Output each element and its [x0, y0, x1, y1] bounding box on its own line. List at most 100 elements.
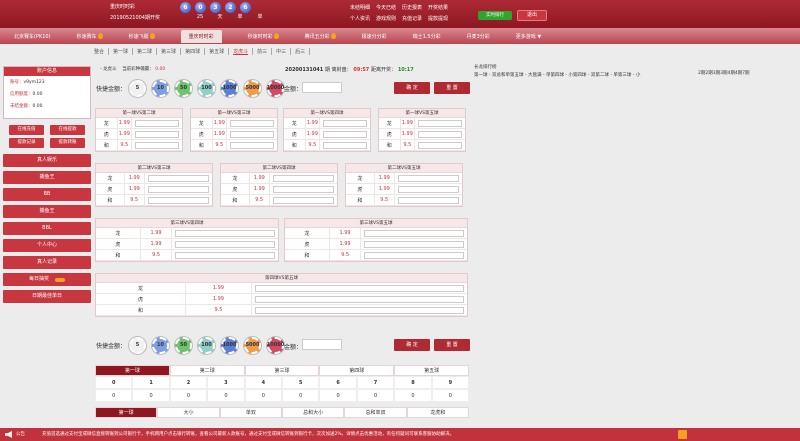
- link-results[interactable]: 开奖结果: [428, 4, 448, 11]
- notice-badge-icon[interactable]: [678, 430, 687, 439]
- link-history[interactable]: 历史报表: [402, 4, 422, 11]
- bet-amount-input[interactable]: [135, 119, 179, 127]
- bet-amount-input[interactable]: [175, 251, 275, 259]
- bet-amount-input[interactable]: [272, 196, 334, 204]
- tab-ball-1[interactable]: 第一球: [95, 365, 170, 376]
- odds-value[interactable]: 9.5: [304, 140, 321, 150]
- odds-value[interactable]: 9.5: [399, 140, 416, 150]
- game-tab[interactable]: 丹麦3分彩: [467, 33, 490, 40]
- amount-input[interactable]: [302, 339, 342, 350]
- odds-value[interactable]: 9.5: [248, 195, 270, 205]
- chip-10000[interactable]: 10000: [267, 79, 284, 97]
- odds-value[interactable]: 1.99: [211, 118, 228, 128]
- sidebar-item-fishing-2[interactable]: 捕鱼王: [3, 205, 91, 218]
- reset-button[interactable]: 重 置: [434, 339, 470, 351]
- play-tab[interactable]: 整合: [90, 48, 110, 55]
- play-tab[interactable]: 第三球: [157, 48, 182, 55]
- stat-tab[interactable]: 第一球: [95, 407, 158, 418]
- rank-button[interactable]: 实时排行: [478, 11, 512, 20]
- bet-amount-input[interactable]: [254, 306, 464, 314]
- odds-value[interactable]: 9.5: [211, 140, 228, 150]
- link-withdraw[interactable]: 提款提现: [428, 15, 448, 22]
- exit-button[interactable]: 退出: [517, 10, 547, 21]
- play-tab[interactable]: 第一球: [109, 48, 134, 55]
- game-tab[interactable]: 北京赛车(PK10): [14, 33, 51, 40]
- odds-value[interactable]: 1.99: [248, 184, 270, 194]
- sidebar-item-user-center[interactable]: 个人中心: [3, 239, 91, 252]
- link-profile[interactable]: 个人资讯: [350, 15, 370, 22]
- odds-value[interactable]: 1.99: [304, 129, 321, 139]
- odds-value[interactable]: 1.99: [185, 283, 252, 293]
- odds-value[interactable]: 1.99: [139, 228, 173, 238]
- bet-amount-input[interactable]: [254, 284, 464, 292]
- play-tab[interactable]: 后三: [291, 48, 311, 55]
- odds-value[interactable]: 9.5: [373, 195, 395, 205]
- chip-10[interactable]: 10: [152, 336, 170, 354]
- link-deposit-records[interactable]: 充值记录: [402, 15, 422, 22]
- chip-100[interactable]: 100: [198, 336, 216, 354]
- game-tab[interactable]: 重庆时时彩: [180, 29, 222, 43]
- odds-value[interactable]: 1.99: [304, 118, 321, 128]
- bet-amount-input[interactable]: [135, 130, 179, 138]
- bet-amount-input[interactable]: [147, 174, 209, 182]
- bet-amount-input[interactable]: [323, 119, 367, 127]
- stat-tab[interactable]: 大小: [157, 407, 220, 418]
- odds-value[interactable]: 9.5: [328, 250, 362, 260]
- chip-5[interactable]: 5: [129, 336, 147, 354]
- amount-input[interactable]: [302, 82, 342, 93]
- bet-amount-input[interactable]: [175, 240, 275, 248]
- bet-amount-input[interactable]: [364, 240, 464, 248]
- game-tab[interactable]: 更多游戏 ▼: [516, 33, 541, 40]
- bet-amount-input[interactable]: [254, 295, 464, 303]
- odds-value[interactable]: 1.99: [399, 118, 416, 128]
- bet-amount-input[interactable]: [230, 119, 274, 127]
- bet-amount-input[interactable]: [272, 185, 334, 193]
- bet-amount-input[interactable]: [272, 174, 334, 182]
- confirm-button[interactable]: 确 定: [394, 339, 430, 351]
- bet-amount-input[interactable]: [323, 141, 367, 149]
- odds-value[interactable]: 1.99: [373, 184, 395, 194]
- odds-value[interactable]: 9.5: [139, 250, 173, 260]
- bet-amount-input[interactable]: [397, 174, 459, 182]
- chip-50[interactable]: 50: [175, 336, 193, 354]
- play-tab[interactable]: 第二球: [133, 48, 158, 55]
- odds-value[interactable]: 1.99: [123, 173, 145, 183]
- sidebar-item-bet-review[interactable]: 日期最佳单日: [3, 290, 91, 303]
- bet-amount-input[interactable]: [230, 130, 274, 138]
- odds-value[interactable]: 1.99: [373, 173, 395, 183]
- chip-5[interactable]: 5: [129, 79, 147, 97]
- odds-value[interactable]: 1.99: [328, 239, 362, 249]
- bet-amount-input[interactable]: [175, 229, 275, 237]
- deposit-button[interactable]: 在线充值: [9, 125, 44, 135]
- transfer-button[interactable]: 提款转账: [50, 138, 85, 148]
- game-tab[interactable]: 秒速时时彩: [248, 33, 279, 40]
- withdraw-button[interactable]: 在线提款: [50, 125, 85, 135]
- odds-value[interactable]: 1.99: [248, 173, 270, 183]
- bet-amount-input[interactable]: [418, 141, 462, 149]
- play-tab[interactable]: 前三: [253, 48, 273, 55]
- bet-amount-input[interactable]: [397, 185, 459, 193]
- play-tab[interactable]: 中三: [272, 48, 292, 55]
- play-tab[interactable]: 第四球: [181, 48, 206, 55]
- stat-tab[interactable]: 单双: [219, 407, 282, 418]
- odds-value[interactable]: 9.5: [116, 140, 133, 150]
- stat-tab[interactable]: 总和单双: [344, 407, 407, 418]
- link-unsettled[interactable]: 未结明细: [350, 4, 370, 11]
- sidebar-item-bbl[interactable]: BBL: [3, 222, 91, 235]
- chip-10000[interactable]: 10000: [267, 336, 284, 354]
- chip-10[interactable]: 10: [152, 79, 170, 97]
- chip-5000[interactable]: 5000: [244, 336, 262, 354]
- play-tab[interactable]: 第五球: [205, 48, 230, 55]
- odds-value[interactable]: 1.99: [116, 118, 133, 128]
- bet-amount-input[interactable]: [364, 229, 464, 237]
- odds-value[interactable]: 1.99: [328, 228, 362, 238]
- bet-amount-input[interactable]: [147, 185, 209, 193]
- link-settled-today[interactable]: 今天已结: [376, 4, 396, 11]
- chip-5000[interactable]: 5000: [244, 79, 262, 97]
- chip-1000[interactable]: 1000: [221, 79, 239, 97]
- confirm-button[interactable]: 确 定: [394, 82, 430, 94]
- chip-1000[interactable]: 1000: [221, 336, 239, 354]
- chip-50[interactable]: 50: [175, 79, 193, 97]
- tab-ball-4[interactable]: 第四球: [319, 365, 395, 376]
- sidebar-item-fishing[interactable]: 捕鱼王: [3, 171, 91, 184]
